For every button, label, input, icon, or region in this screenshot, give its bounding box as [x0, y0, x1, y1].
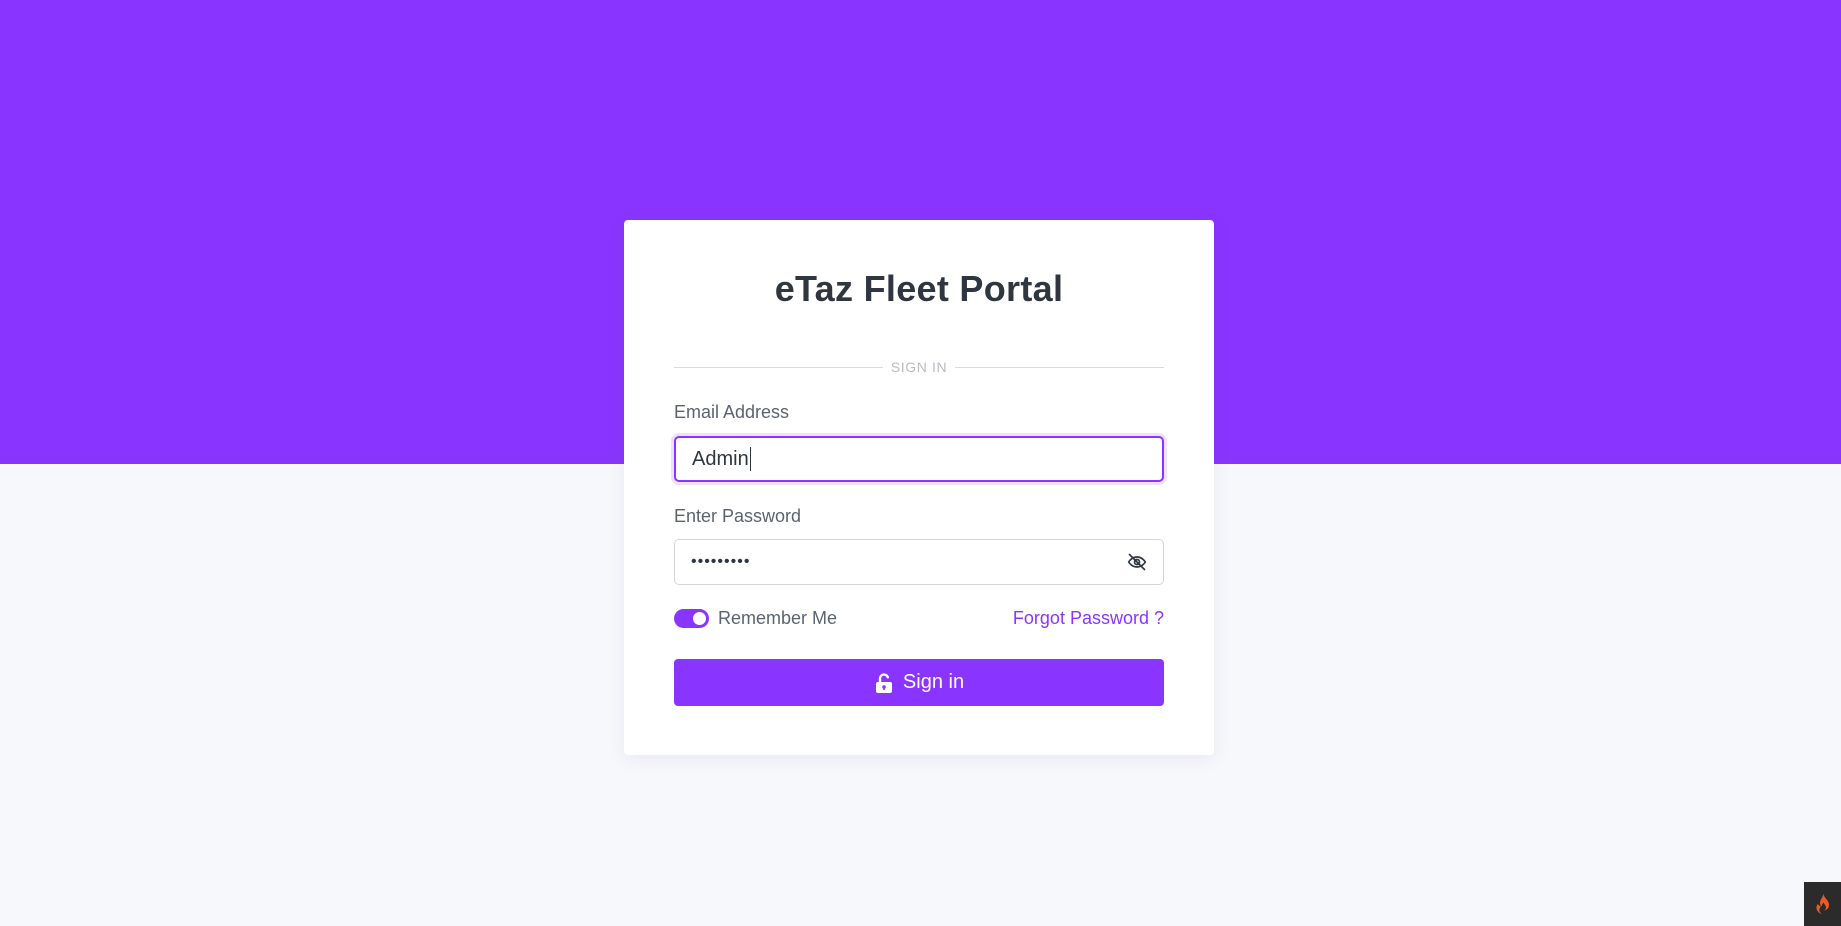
- flame-icon: [1815, 893, 1829, 914]
- divider-label: SIGN IN: [890, 359, 948, 375]
- password-value: •••••••••: [691, 553, 751, 570]
- divider-line-left: [674, 366, 883, 368]
- eye-off-icon[interactable]: [1127, 552, 1147, 572]
- email-value: Admin: [692, 447, 749, 470]
- password-label: Enter Password: [674, 506, 802, 526]
- sign-in-label: Sign in: [902, 671, 965, 693]
- text-caret: [749, 447, 752, 471]
- remember-me: Remember Me: [674, 608, 837, 629]
- forgot-password-link[interactable]: Forgot Password ?: [1013, 608, 1164, 629]
- page-title: eTaz Fleet Portal: [774, 268, 1064, 309]
- email-field[interactable]: Admin: [674, 436, 1164, 482]
- login-card: eTaz Fleet Portal SIGN IN Email Address …: [624, 220, 1214, 755]
- toggle-knob: [693, 612, 706, 625]
- divider-line-right: [955, 366, 1165, 368]
- sign-in-divider: SIGN IN: [674, 357, 1165, 377]
- email-label: Email Address: [674, 402, 790, 422]
- password-field[interactable]: •••••••••: [674, 539, 1164, 585]
- corner-badge[interactable]: [1804, 882, 1841, 926]
- remember-me-label: Remember Me: [718, 608, 838, 628]
- unlock-icon: [875, 672, 892, 693]
- sign-in-button[interactable]: Sign in: [674, 659, 1164, 706]
- remember-me-toggle[interactable]: [674, 609, 709, 628]
